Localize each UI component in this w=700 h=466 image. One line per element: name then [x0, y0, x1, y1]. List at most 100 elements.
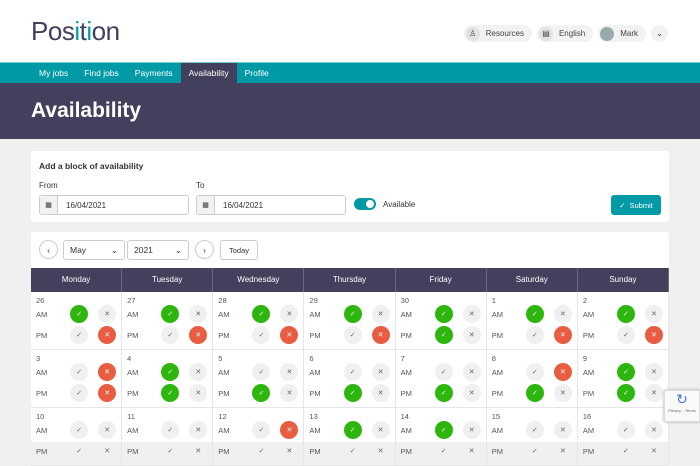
- available-button[interactable]: ✓: [434, 442, 453, 460]
- to-date-input[interactable]: ▦ 16/04/2021: [196, 195, 346, 215]
- available-button[interactable]: ✓: [434, 384, 453, 402]
- unavailable-button[interactable]: ✕: [189, 421, 208, 439]
- available-button[interactable]: ✓: [525, 421, 544, 439]
- available-button[interactable]: ✓: [525, 442, 544, 460]
- unavailable-button[interactable]: ✕: [280, 326, 299, 344]
- unavailable-button[interactable]: ✕: [280, 442, 299, 460]
- unavailable-button[interactable]: ✕: [280, 384, 299, 402]
- available-button[interactable]: ✓: [161, 384, 180, 402]
- unavailable-button[interactable]: ✕: [644, 384, 663, 402]
- unavailable-button[interactable]: ✕: [462, 326, 481, 344]
- available-button[interactable]: ✓: [252, 384, 271, 402]
- unavailable-button[interactable]: ✕: [98, 326, 117, 344]
- unavailable-button[interactable]: ✕: [371, 326, 390, 344]
- unavailable-button[interactable]: ✕: [280, 305, 299, 323]
- available-button[interactable]: ✓: [616, 326, 635, 344]
- unavailable-button[interactable]: ✕: [553, 363, 572, 381]
- unavailable-button[interactable]: ✕: [644, 421, 663, 439]
- unavailable-button[interactable]: ✕: [553, 421, 572, 439]
- unavailable-button[interactable]: ✕: [462, 421, 481, 439]
- unavailable-button[interactable]: ✕: [553, 442, 572, 460]
- available-button[interactable]: ✓: [161, 326, 180, 344]
- nav-find-jobs[interactable]: Find jobs: [76, 63, 127, 83]
- recaptcha-badge[interactable]: ↻ Privacy - Terms: [664, 390, 700, 422]
- unavailable-button[interactable]: ✕: [189, 384, 208, 402]
- available-button[interactable]: ✓: [252, 421, 271, 439]
- available-button[interactable]: ✓: [343, 421, 362, 439]
- available-button[interactable]: ✓: [343, 363, 362, 381]
- resources-button[interactable]: ♙ Resources: [463, 25, 532, 42]
- available-button[interactable]: ✓: [161, 442, 180, 460]
- unavailable-button[interactable]: ✕: [462, 442, 481, 460]
- available-button[interactable]: ✓: [616, 442, 635, 460]
- unavailable-button[interactable]: ✕: [189, 326, 208, 344]
- unavailable-button[interactable]: ✕: [280, 421, 299, 439]
- available-button[interactable]: ✓: [252, 363, 271, 381]
- available-button[interactable]: ✓: [343, 326, 362, 344]
- available-button[interactable]: ✓: [70, 326, 89, 344]
- nav-my-jobs[interactable]: My jobs: [31, 63, 76, 83]
- unavailable-button[interactable]: ✕: [98, 305, 117, 323]
- available-button[interactable]: ✓: [616, 384, 635, 402]
- unavailable-button[interactable]: ✕: [462, 305, 481, 323]
- unavailable-button[interactable]: ✕: [98, 384, 117, 402]
- unavailable-button[interactable]: ✕: [189, 363, 208, 381]
- next-month-button[interactable]: ›: [195, 240, 214, 259]
- logo[interactable]: Position: [31, 16, 120, 47]
- chevron-down-icon[interactable]: ⌄: [651, 25, 668, 42]
- available-button[interactable]: ✓: [343, 384, 362, 402]
- available-toggle[interactable]: [354, 198, 376, 210]
- unavailable-button[interactable]: ✕: [371, 305, 390, 323]
- unavailable-button[interactable]: ✕: [371, 421, 390, 439]
- available-button[interactable]: ✓: [525, 305, 544, 323]
- available-button[interactable]: ✓: [434, 305, 453, 323]
- unavailable-button[interactable]: ✕: [644, 326, 663, 344]
- available-button[interactable]: ✓: [343, 442, 362, 460]
- available-button[interactable]: ✓: [252, 442, 271, 460]
- available-button[interactable]: ✓: [70, 363, 89, 381]
- available-button[interactable]: ✓: [525, 363, 544, 381]
- unavailable-button[interactable]: ✕: [553, 384, 572, 402]
- available-button[interactable]: ✓: [434, 363, 453, 381]
- available-button[interactable]: ✓: [70, 384, 89, 402]
- available-button[interactable]: ✓: [252, 305, 271, 323]
- unavailable-button[interactable]: ✕: [553, 326, 572, 344]
- today-button[interactable]: Today: [220, 240, 259, 260]
- unavailable-button[interactable]: ✕: [189, 305, 208, 323]
- year-select[interactable]: 2021 ⌄: [127, 240, 189, 260]
- unavailable-button[interactable]: ✕: [553, 305, 572, 323]
- nav-payments[interactable]: Payments: [127, 63, 181, 83]
- available-button[interactable]: ✓: [70, 442, 89, 460]
- prev-month-button[interactable]: ‹: [39, 240, 58, 259]
- available-button[interactable]: ✓: [70, 305, 89, 323]
- month-select[interactable]: May ⌄: [63, 240, 125, 260]
- available-button[interactable]: ✓: [616, 421, 635, 439]
- available-button[interactable]: ✓: [616, 305, 635, 323]
- available-button[interactable]: ✓: [343, 305, 362, 323]
- unavailable-button[interactable]: ✕: [462, 363, 481, 381]
- available-button[interactable]: ✓: [434, 326, 453, 344]
- unavailable-button[interactable]: ✕: [371, 442, 390, 460]
- available-button[interactable]: ✓: [70, 421, 89, 439]
- available-button[interactable]: ✓: [161, 363, 180, 381]
- available-button[interactable]: ✓: [525, 326, 544, 344]
- available-button[interactable]: ✓: [161, 305, 180, 323]
- available-button[interactable]: ✓: [616, 363, 635, 381]
- unavailable-button[interactable]: ✕: [644, 305, 663, 323]
- language-button[interactable]: ▤ English: [536, 25, 594, 42]
- unavailable-button[interactable]: ✕: [98, 442, 117, 460]
- user-menu[interactable]: Mark: [598, 25, 646, 42]
- unavailable-button[interactable]: ✕: [98, 421, 117, 439]
- unavailable-button[interactable]: ✕: [189, 442, 208, 460]
- unavailable-button[interactable]: ✕: [462, 384, 481, 402]
- available-button[interactable]: ✓: [161, 421, 180, 439]
- unavailable-button[interactable]: ✕: [280, 363, 299, 381]
- available-button[interactable]: ✓: [252, 326, 271, 344]
- available-button[interactable]: ✓: [434, 421, 453, 439]
- unavailable-button[interactable]: ✕: [371, 363, 390, 381]
- unavailable-button[interactable]: ✕: [98, 363, 117, 381]
- submit-button[interactable]: ✓ Submit: [611, 195, 661, 215]
- nav-profile[interactable]: Profile: [237, 63, 277, 83]
- from-date-input[interactable]: ▦ 16/04/2021: [39, 195, 189, 215]
- available-button[interactable]: ✓: [525, 384, 544, 402]
